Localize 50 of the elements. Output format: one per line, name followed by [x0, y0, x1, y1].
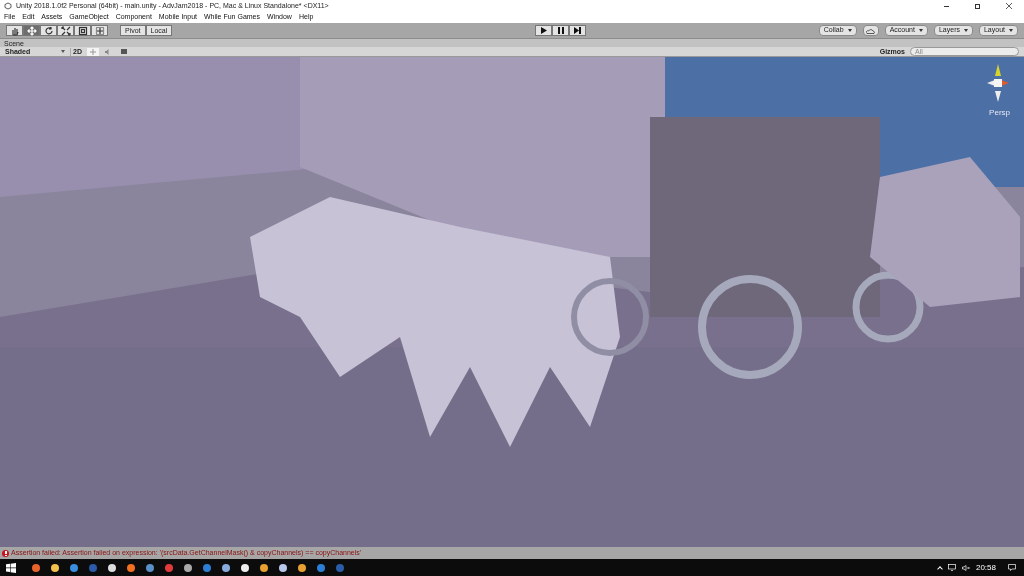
taskbar-app-icon[interactable] — [298, 563, 306, 572]
caret-icon — [1009, 29, 1013, 32]
step-button[interactable] — [569, 25, 587, 36]
step-icon — [574, 27, 582, 34]
notification-icon[interactable] — [1008, 564, 1016, 571]
rotate-icon — [43, 25, 54, 36]
tool-button[interactable] — [74, 25, 91, 36]
pause-button[interactable] — [552, 25, 570, 36]
monitor-icon[interactable] — [947, 564, 956, 571]
close-icon[interactable] — [1006, 3, 1012, 9]
taskbar-app-icon[interactable] — [260, 563, 268, 572]
cloud-button[interactable] — [862, 25, 879, 36]
start-menu-icon[interactable] — [6, 562, 16, 573]
rect-tool-icon — [77, 25, 88, 36]
pause-icon — [557, 27, 564, 34]
image-icon — [120, 49, 127, 54]
taskbar-app-icon[interactable] — [70, 563, 78, 572]
taskbar-app-icon[interactable] — [127, 563, 135, 572]
taskbar-app-icon[interactable] — [184, 563, 192, 572]
transform-icon — [94, 25, 105, 36]
tool-button[interactable] — [23, 25, 40, 36]
lighting-toggle[interactable] — [86, 47, 99, 56]
tool-button[interactable] — [6, 25, 23, 36]
caret-icon — [847, 29, 852, 32]
speaker-muted-icon[interactable] — [961, 564, 970, 571]
taskbar-app-icon[interactable] — [279, 563, 287, 572]
scale-icon — [60, 25, 71, 36]
caret-icon — [963, 29, 968, 32]
taskbar-app-icon[interactable] — [241, 563, 249, 572]
caret-icon — [61, 50, 65, 53]
app-logo-icon — [4, 2, 12, 10]
error-icon — [2, 549, 9, 557]
tool-button[interactable] — [40, 25, 57, 36]
taskbar-app-icon[interactable] — [146, 563, 154, 572]
clock[interactable]: 20:58 — [975, 561, 996, 574]
move-arrows-icon — [26, 25, 37, 36]
taskbar-app-icon[interactable] — [222, 563, 230, 572]
taskbar-app-icon[interactable] — [108, 563, 116, 572]
caret-icon — [918, 29, 923, 32]
minimize-icon[interactable] — [944, 5, 949, 7]
orientation-gizmo-icon[interactable] — [986, 63, 1010, 103]
taskbar-app-icon[interactable] — [51, 563, 59, 572]
restore-icon[interactable] — [975, 3, 980, 9]
tool-button[interactable] — [57, 25, 74, 36]
view-mode-label[interactable]: Persp — [989, 107, 1010, 119]
play-icon — [540, 27, 547, 34]
cloud-icon — [866, 27, 876, 34]
taskbar-app-icon[interactable] — [32, 563, 40, 572]
play-button[interactable] — [535, 25, 553, 36]
hand-icon — [9, 25, 20, 36]
